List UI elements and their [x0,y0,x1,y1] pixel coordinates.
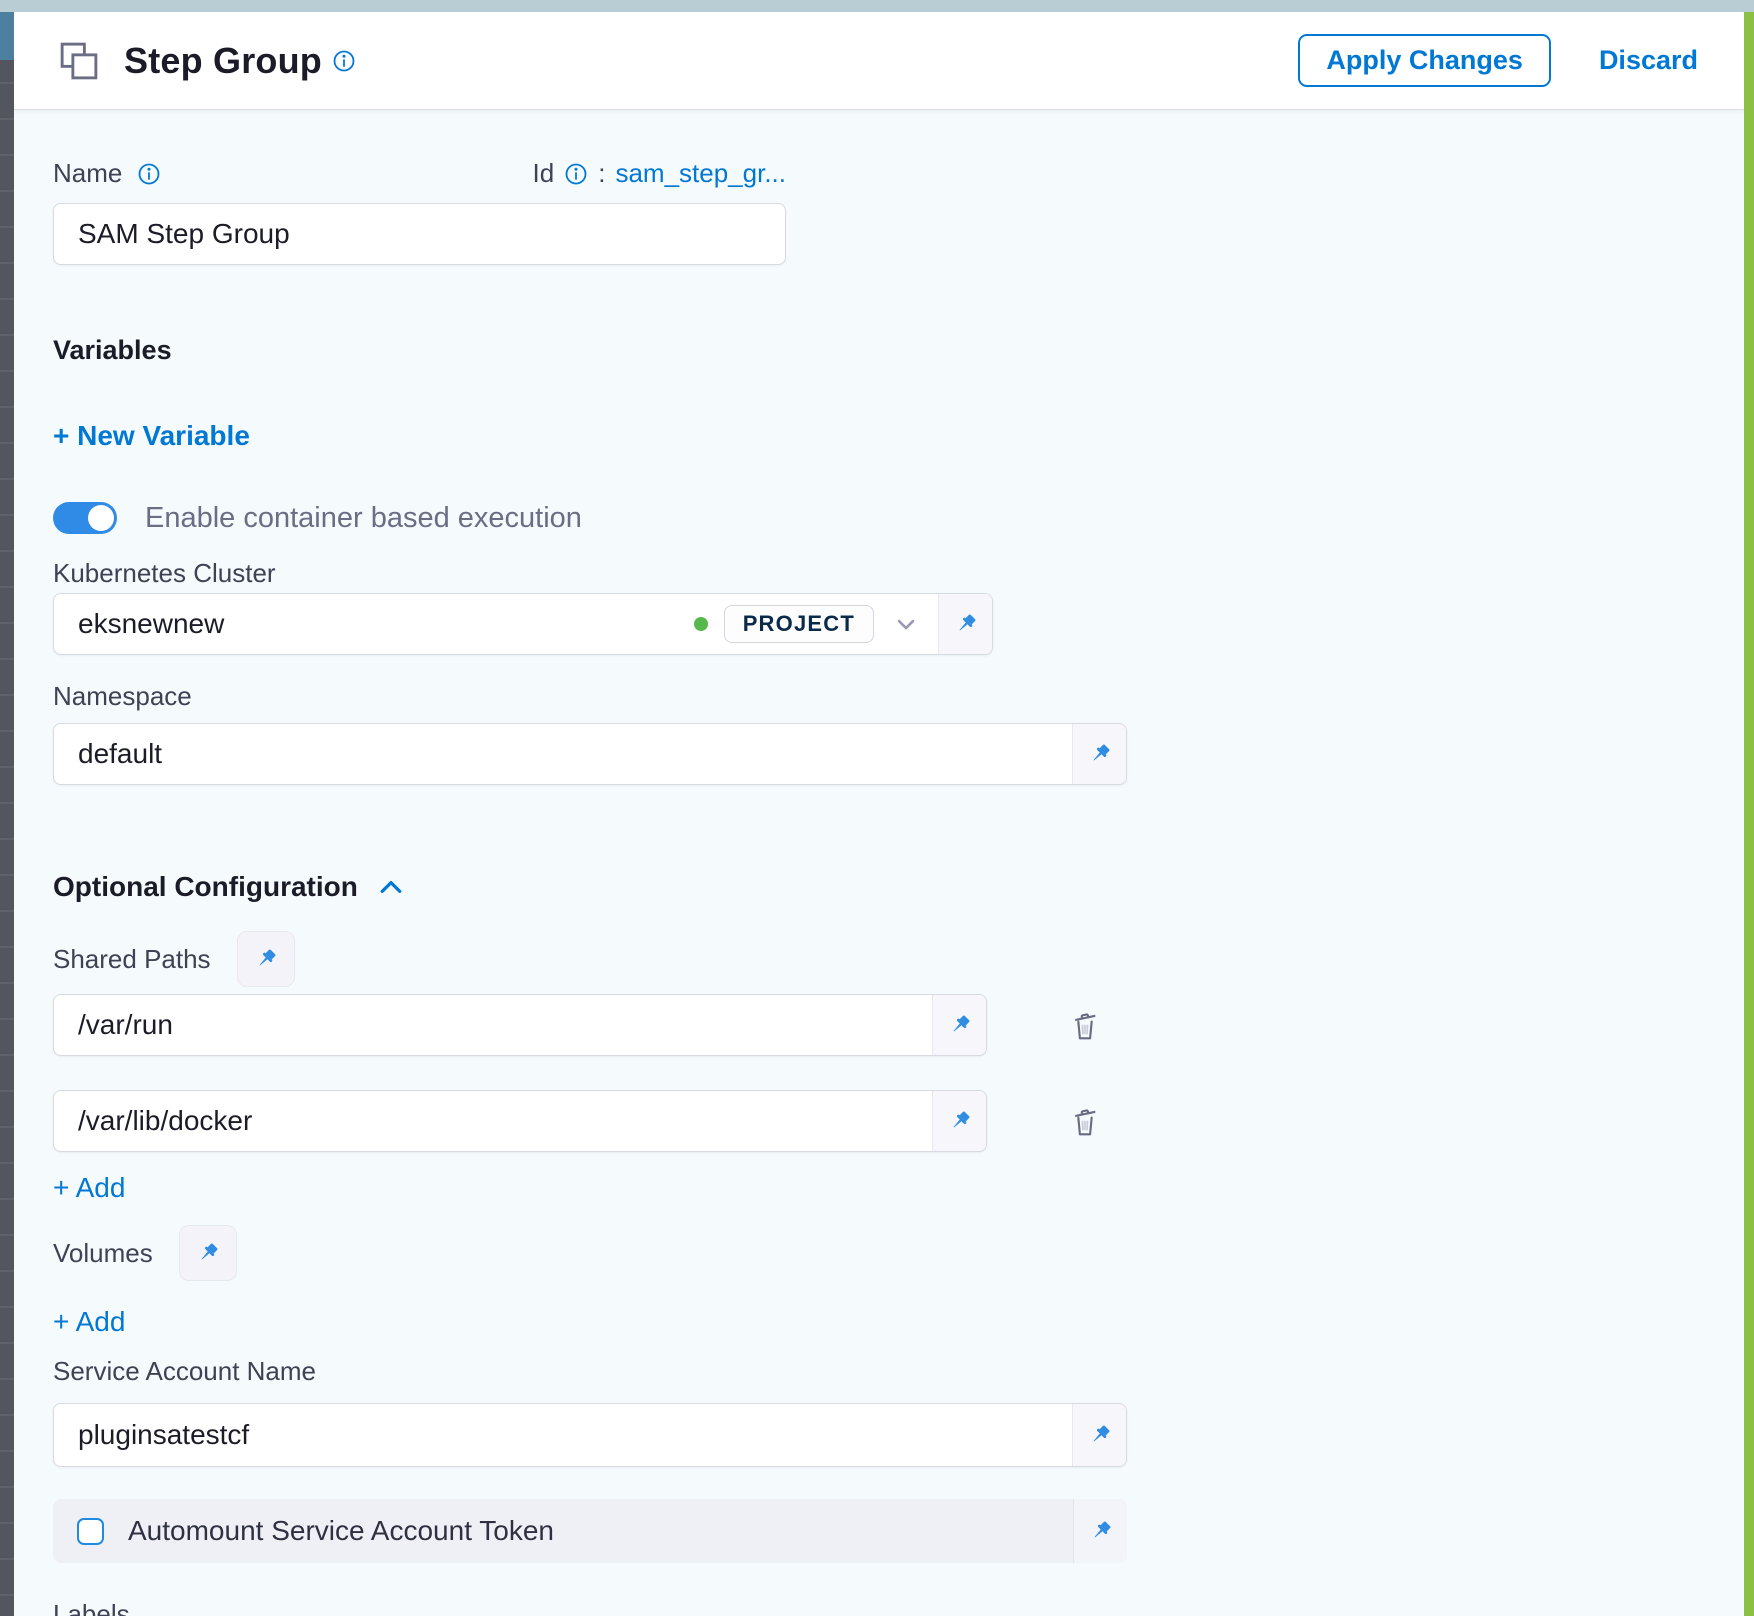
namespace-field [53,723,1127,785]
container-execution-label: Enable container based execution [145,502,582,535]
service-account-label: Service Account Name [53,1356,1744,1387]
shared-paths-row: Shared Paths [53,931,1744,987]
automount-label: Automount Service Account Token [128,1515,554,1547]
automount-checkbox[interactable] [77,1518,104,1545]
name-id-row: Name Id : sam_step_gr... [53,158,786,189]
variables-heading: Variables [53,335,1744,366]
trash-icon[interactable] [1065,1004,1105,1046]
background-left-strip [0,12,14,1616]
shared-path-field [53,1090,987,1152]
kubernetes-cluster-select[interactable]: eksnewnew PROJECT [54,594,938,654]
volumes-row: Volumes [53,1224,1744,1282]
service-account-field [53,1403,1127,1467]
container-execution-toggle[interactable] [53,502,117,534]
trash-icon[interactable] [1065,1100,1105,1142]
title-info-icon[interactable] [332,49,356,73]
panel-header: Step Group Apply Changes Discard [14,12,1744,110]
pin-icon[interactable] [179,1225,237,1281]
top-edge-bar [0,0,1754,12]
background-left-strip-top [0,12,14,60]
page-title: Step Group [124,40,322,82]
id-group: Id : sam_step_gr... [533,158,786,189]
shared-path-row [53,1090,1744,1152]
pin-icon[interactable] [932,1091,986,1151]
config-panel: Step Group Apply Changes Discard Name [14,12,1744,1616]
volumes-label: Volumes [53,1238,153,1269]
container-execution-row: Enable container based execution [53,494,1744,542]
step-group-drawer: Step Group Apply Changes Discard Name [0,0,1754,1616]
chevron-down-icon[interactable] [892,610,920,638]
add-shared-path-link[interactable]: + Add [53,1172,125,1204]
shared-path-row [53,994,1744,1056]
id-info-icon[interactable] [564,162,588,186]
automount-token-row: Automount Service Account Token [53,1499,1127,1563]
name-label: Name [53,158,122,188]
pin-icon[interactable] [1072,1404,1126,1466]
pin-icon[interactable] [938,594,992,654]
add-volume-link[interactable]: + Add [53,1306,125,1338]
discard-button[interactable]: Discard [1599,45,1698,76]
background-right-strip [1744,12,1754,1616]
id-separator: : [598,158,605,189]
shared-path-input[interactable] [54,1091,932,1151]
kubernetes-cluster-field: eksnewnew PROJECT [53,593,993,655]
pin-icon[interactable] [237,931,295,987]
namespace-input[interactable] [54,724,1072,784]
pin-icon[interactable] [932,995,986,1055]
panel-body: Name Id : sam_step_gr... [14,110,1744,1616]
shared-path-field [53,994,987,1056]
id-value[interactable]: sam_step_gr... [615,158,786,189]
name-input[interactable] [53,203,786,265]
new-variable-link[interactable]: + New Variable [53,420,250,452]
pin-icon[interactable] [1072,724,1126,784]
name-info-icon[interactable] [137,162,161,186]
connector-status-dot [694,617,708,631]
kubernetes-cluster-value: eksnewnew [78,608,224,640]
kubernetes-cluster-label: Kubernetes Cluster [53,558,1744,589]
scope-badge: PROJECT [724,605,874,643]
chevron-up-icon[interactable] [376,872,406,902]
step-group-icon [56,38,102,84]
apply-changes-button[interactable]: Apply Changes [1298,34,1551,87]
labels-label: Labels [53,1599,1744,1616]
pin-icon[interactable] [1073,1499,1127,1563]
toggle-knob [88,505,114,531]
shared-paths-label: Shared Paths [53,944,211,975]
namespace-label: Namespace [53,681,1744,712]
optional-configuration-heading: Optional Configuration [53,871,358,903]
name-label-group: Name [53,158,161,189]
service-account-input[interactable] [54,1404,1072,1466]
optional-configuration-row: Optional Configuration [53,871,1744,903]
shared-path-input[interactable] [54,995,932,1055]
id-label: Id [533,158,555,189]
